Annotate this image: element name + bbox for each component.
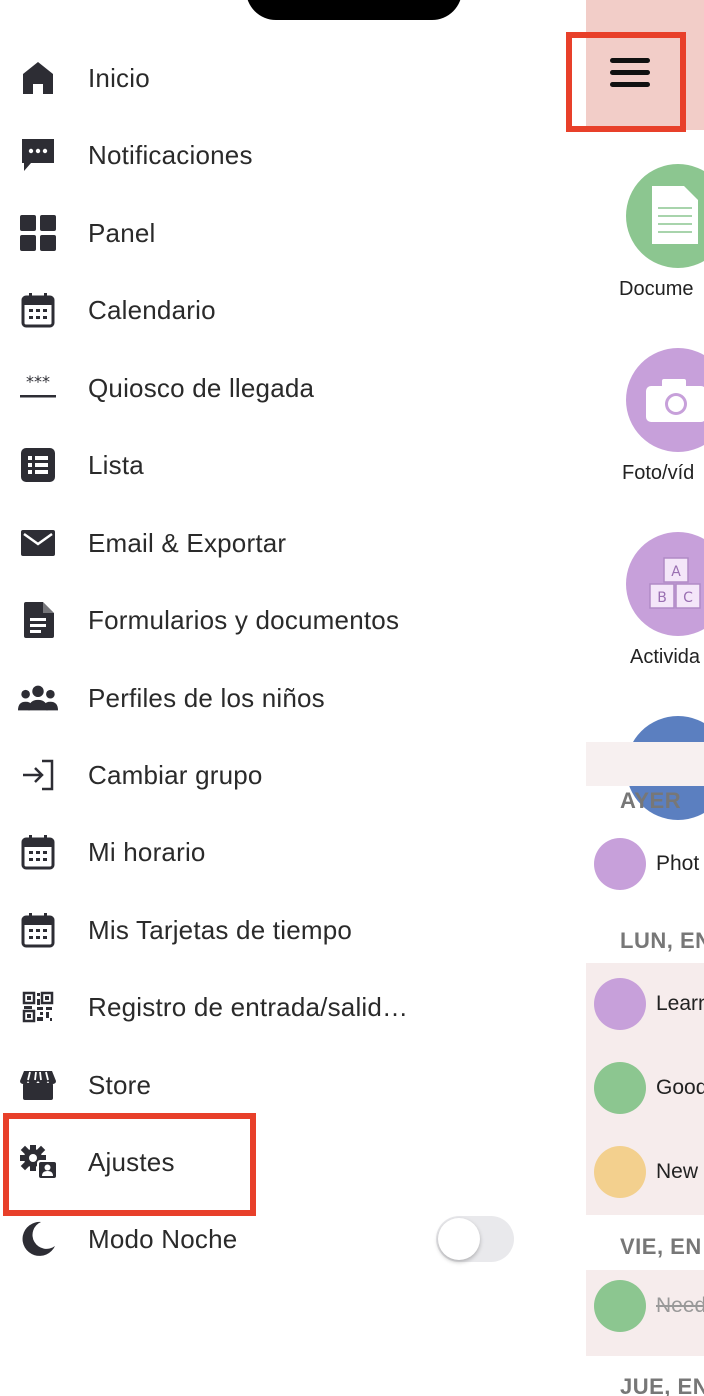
- menu-item-label: Panel: [88, 217, 156, 248]
- menu-item-mi-horario[interactable]: Mi horario: [0, 822, 540, 882]
- night-mode-toggle[interactable]: [436, 1216, 514, 1262]
- documents-action-label: Docume: [619, 278, 694, 300]
- photo-video-action-label: Foto/víd: [622, 462, 695, 484]
- feed-item[interactable]: New: [586, 1136, 704, 1212]
- menu-item-inicio[interactable]: Inicio: [0, 48, 540, 108]
- menu-item-mis-tarjetas-de-tiempo[interactable]: Mis Tarjetas de tiempo: [0, 900, 540, 960]
- divider-band: [586, 742, 704, 786]
- menu-item-label: Lista: [88, 449, 144, 480]
- menu-item-formularios-y-documentos[interactable]: Formularios y documentos: [0, 590, 540, 650]
- menu-item-registro-de-entrada-salida[interactable]: Registro de entrada/salid…: [0, 977, 540, 1037]
- menu-item-label: Quiosco de llegada: [88, 372, 315, 403]
- menu-item-cambiar-grupo[interactable]: Cambiar grupo: [0, 745, 540, 805]
- menu-item-label: Mis Tarjetas de tiempo: [88, 914, 353, 945]
- toggle-knob: [438, 1218, 480, 1260]
- sign-in-icon: [18, 755, 58, 795]
- menu-item-store[interactable]: Store: [0, 1055, 540, 1115]
- menu-item-label: Email & Exportar: [88, 527, 287, 558]
- menu-item-quiosco-de-llegada[interactable]: *** Quiosco de llegada: [0, 358, 540, 418]
- calendar-avatar-icon: [594, 1146, 646, 1198]
- menu-item-label: Registro de entrada/salid…: [88, 991, 409, 1022]
- store-icon: [18, 1065, 58, 1105]
- photo-video-action-button[interactable]: [626, 348, 704, 452]
- menu-item-label: Inicio: [88, 62, 150, 93]
- svg-text:A: A: [671, 564, 681, 580]
- feed-item[interactable]: Need: [586, 1270, 704, 1356]
- menu-item-label: Perfiles de los niños: [88, 682, 325, 713]
- feed-item-text: Phot: [656, 852, 700, 875]
- phone-notch: [246, 0, 462, 20]
- menu-item-label: Store: [88, 1069, 152, 1100]
- feed-item-text: Learn: [656, 992, 704, 1015]
- menu-item-email-exportar[interactable]: Email & Exportar: [0, 513, 540, 573]
- section-heading: VIE, EN: [620, 1234, 702, 1259]
- dashboard-grid-icon: [18, 213, 58, 253]
- moon-icon: [18, 1219, 58, 1259]
- pin-code-icon: ***: [18, 368, 58, 408]
- menu-item-panel[interactable]: Panel: [0, 203, 540, 263]
- menu-item-perfiles-de-los-ninos[interactable]: Perfiles de los niños: [0, 668, 540, 728]
- feed-item-text: New: [656, 1160, 699, 1183]
- section-heading: AYER: [620, 788, 682, 813]
- documents-action-button[interactable]: [626, 164, 704, 268]
- activities-action-button[interactable]: ABC: [626, 532, 704, 636]
- menu-item-label: Formularios y documentos: [88, 604, 400, 635]
- message-avatar-icon: [594, 1062, 646, 1114]
- camera-avatar-icon: [594, 978, 646, 1030]
- menu-item-label: Calendario: [88, 294, 216, 325]
- calendar-icon: [18, 832, 58, 872]
- chat-bubble-icon: [18, 135, 58, 175]
- checklist-avatar-icon: [594, 1280, 646, 1332]
- feed-item[interactable]: Good: [586, 1052, 704, 1128]
- section-heading: LUN, EN: [620, 928, 704, 953]
- svg-text:***: ***: [26, 373, 50, 391]
- feed-item[interactable]: Phot: [586, 828, 704, 904]
- envelope-icon: [18, 523, 58, 563]
- calendar-icon: [18, 910, 58, 950]
- activities-action-label: Activida: [630, 646, 701, 668]
- qr-code-icon: [18, 987, 58, 1027]
- group-icon: [18, 678, 58, 718]
- section-heading: JUE, EN: [620, 1374, 704, 1396]
- feed-item[interactable]: Learn: [586, 968, 704, 1044]
- svg-text:C: C: [683, 590, 693, 606]
- menu-item-calendario[interactable]: Calendario: [0, 280, 540, 340]
- calendar-icon: [18, 290, 58, 330]
- menu-item-label: Notificaciones: [88, 139, 253, 170]
- menu-item-lista[interactable]: Lista: [0, 435, 540, 495]
- svg-text:B: B: [657, 590, 667, 606]
- highlight-hamburger-box: [566, 32, 686, 132]
- feed-item-text: Good: [656, 1076, 704, 1099]
- list-icon: [18, 445, 58, 485]
- feed-item-text: Need: [656, 1294, 704, 1317]
- menu-item-notificaciones[interactable]: Notificaciones: [0, 125, 540, 185]
- home-icon: [18, 58, 58, 98]
- camera-avatar-icon: [594, 838, 646, 890]
- document-icon: [18, 600, 58, 640]
- menu-item-label: Modo Noche: [88, 1223, 238, 1254]
- menu-item-label: Mi horario: [88, 836, 206, 867]
- underlying-screen: Docume Foto/víd ABC Activida AYER Phot L…: [586, 0, 704, 1396]
- menu-item-label: Cambiar grupo: [88, 759, 263, 790]
- navigation-drawer: Inicio Notificaciones Panel Calendario *…: [0, 0, 586, 1396]
- highlight-ajustes-box: [3, 1113, 256, 1216]
